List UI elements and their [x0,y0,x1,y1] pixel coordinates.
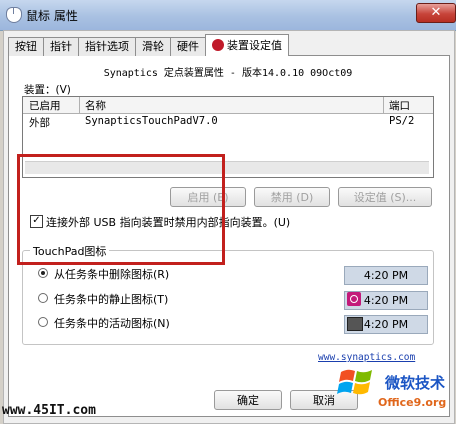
radio-active-icon[interactable] [38,317,48,327]
radio-label: 任务条中的活动图标(N) [54,317,170,330]
settings-button[interactable]: 设定值 (S)... [338,187,432,207]
touchpad-tray-icon [347,292,361,306]
radio-label: 任务条中的静止图标(T) [54,293,169,306]
tab-wheel[interactable]: 滑轮 [135,37,171,56]
column-separator [383,97,384,113]
preview-time: 4:20 PM [363,269,409,282]
tray-preview: 4:20 PM [344,266,428,285]
close-button[interactable]: ✕ [416,3,456,23]
watermark-right: 微软技术 [385,374,446,392]
list-header: 已启用 名称 端口 [23,97,433,114]
monitor-tray-icon [347,317,363,331]
tab-hardware[interactable]: 硬件 [170,37,206,56]
row-port: PS/2 [389,115,415,127]
radio-remove-icon[interactable] [38,268,48,278]
panel-heading: Synaptics 定点装置属性 - 版本14.0.10 09Oct09 [103,68,353,79]
tab-label: 硬件 [177,40,199,53]
tab-label: 按钮 [15,40,37,53]
tab-pointer-options[interactable]: 指针选项 [78,37,136,56]
radio-label: 从任务条中删除图标(R) [54,268,170,281]
radio-static-icon[interactable] [38,293,48,303]
tab-buttons[interactable]: 按钮 [8,37,44,56]
watermark-right-sub: Office9.org [378,396,447,409]
close-icon: ✕ [430,5,442,20]
preview-time: 4:20 PM [363,294,409,307]
tab-pointers[interactable]: 指针 [43,37,79,56]
mouse-icon [6,7,22,23]
tab-label: 指针选项 [85,40,129,53]
ok-button[interactable]: 确定 [214,390,282,410]
row-name: SynapticsTouchPadV7.0 [85,115,218,127]
column-enabled[interactable]: 已启用 [29,98,61,113]
tab-device-settings[interactable]: 装置设定值 [205,34,289,56]
row-enabled: 外部 [29,117,50,129]
devices-label: 装置：(V) [24,84,71,96]
window-title: 鼠标 属性 [26,9,78,23]
synaptics-link[interactable]: www.synaptics.com [318,352,415,363]
highlight-box [17,154,225,265]
disable-button[interactable]: 禁用 (D) [254,187,330,207]
table-row[interactable]: 外部 SynapticsTouchPadV7.0 PS/2 [23,115,433,131]
tab-strip: 按钮 指针 指针选项 滑轮 硬件 装置设定值 [8,34,289,56]
column-separator [79,97,80,113]
watermark-left: www.45IT.com [2,403,96,418]
tab-label: 指针 [50,40,72,53]
column-name[interactable]: 名称 [85,98,106,113]
tab-label: 装置设定值 [227,39,282,52]
synaptics-icon [212,39,224,51]
column-port[interactable]: 端口 [389,98,410,113]
windows-logo-icon [337,369,372,395]
tab-label: 滑轮 [142,40,164,53]
preview-time: 4:20 PM [363,318,409,331]
